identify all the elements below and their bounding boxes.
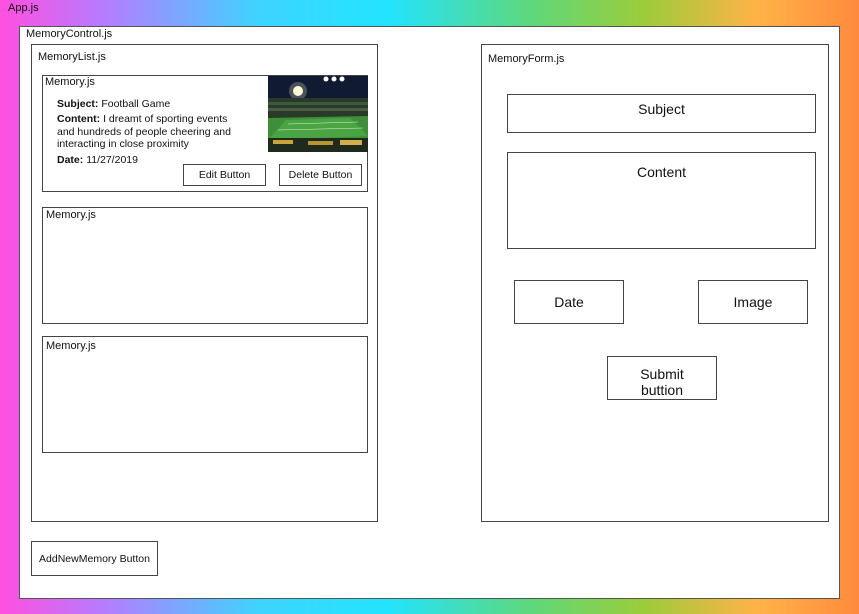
submit-label-line-2: buttion — [640, 382, 684, 398]
memory-label: Memory.js — [46, 340, 96, 352]
content-field[interactable]: Content — [507, 152, 816, 249]
memory-control-label: MemoryControl.js — [26, 28, 113, 40]
submit-label-line-1: Submit — [640, 366, 684, 382]
memory-subject: Subject: Football Game — [57, 98, 170, 111]
stadium-photo — [268, 76, 368, 152]
memory-form: MemoryForm.js Subject Content Date Image… — [481, 44, 829, 522]
add-new-memory-button[interactable]: AddNewMemory Button — [31, 541, 158, 576]
content-line-2: and hundreds of people cheering and — [57, 125, 231, 138]
stadium-image — [268, 76, 368, 152]
memory-list: MemoryList.js Memory.js Subject: Footbal… — [31, 44, 378, 522]
content-line-3: interacting in close proximity — [57, 138, 189, 150]
date-value: 11/27/2019 — [86, 154, 138, 166]
memory-date: Date: 11/27/2019 — [57, 154, 138, 167]
content-key: Content: — [57, 113, 101, 125]
memory-card: Memory.js Subject: Football Game Content… — [42, 75, 368, 192]
memory-label: Memory.js — [46, 209, 96, 221]
image-field[interactable]: Image — [698, 280, 808, 324]
edit-button[interactable]: Edit Button — [183, 164, 266, 186]
memory-card: Memory.js — [42, 336, 368, 453]
date-field[interactable]: Date — [514, 280, 624, 324]
memory-list-label: MemoryList.js — [38, 51, 106, 63]
date-key: Date: — [57, 154, 84, 166]
memory-card: Memory.js — [42, 207, 368, 324]
delete-button[interactable]: Delete Button — [279, 164, 362, 186]
memory-label: Memory.js — [45, 76, 95, 88]
subject-key: Subject: — [57, 98, 99, 110]
memory-control: MemoryControl.js MemoryList.js Memory.js… — [19, 26, 840, 599]
app-container: App.js MemoryControl.js MemoryList.js Me… — [0, 0, 859, 614]
subject-value: Football Game — [101, 98, 171, 110]
memory-form-label: MemoryForm.js — [488, 53, 565, 65]
subject-field[interactable]: Subject — [507, 94, 816, 133]
content-line-1: I dreamt of sporting events — [103, 113, 228, 125]
app-label: App.js — [8, 2, 39, 14]
submit-button[interactable]: Submit buttion — [607, 356, 717, 400]
memory-content: Content: I dreamt of sporting events and… — [57, 113, 257, 151]
